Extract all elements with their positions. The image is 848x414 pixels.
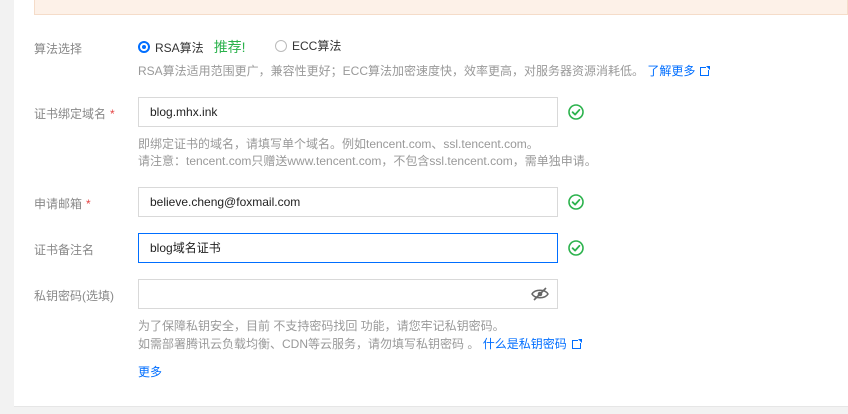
external-link-icon[interactable] bbox=[571, 338, 583, 349]
what-is-private-key-label[interactable]: 什么是私钥密码 bbox=[483, 337, 567, 351]
domain-label-text: 证书绑定域名 bbox=[34, 107, 107, 121]
more-link[interactable]: 更多 bbox=[138, 363, 162, 381]
notice-banner bbox=[34, 0, 848, 15]
bottom-divider bbox=[14, 406, 848, 407]
domain-hint-1: 即绑定证书的域名，请填写单个域名。例如tencent.com、ssl.tence… bbox=[138, 137, 539, 151]
private-key-label: 私钥密码(选填) bbox=[34, 289, 114, 303]
email-input[interactable]: believe.cheng@foxmail.com bbox=[138, 187, 558, 217]
radio-rsa-label[interactable]: RSA算法 bbox=[155, 39, 204, 56]
domain-input[interactable]: blog.mhx.ink bbox=[138, 97, 558, 127]
email-label: 申请邮箱 * bbox=[34, 195, 91, 212]
recommend-tag: 推荐! bbox=[213, 39, 246, 55]
what-is-private-key-link[interactable]: 什么是私钥密码 bbox=[483, 337, 583, 351]
domain-hint-2: 请注意：tencent.com只赠送www.tencent.com，不包含ssl… bbox=[138, 154, 597, 168]
private-key-hint-2-text: 如需部署腾讯云负载均衡、CDN等云服务，请勿填写私钥密码 。 bbox=[138, 337, 480, 351]
learn-more-link[interactable]: 了解更多 bbox=[647, 64, 712, 78]
radio-rsa-indicator[interactable] bbox=[138, 41, 150, 53]
radio-ecc[interactable]: ECC算法 bbox=[275, 37, 341, 54]
algorithm-hint-text: RSA算法适用范围更广，兼容性更好；ECC算法加密速度快，效率更高，对服务器资源… bbox=[138, 64, 645, 78]
check-circle-icon bbox=[568, 104, 584, 120]
radio-rsa[interactable]: RSA算法 推荐! bbox=[138, 37, 246, 57]
radio-ecc-label[interactable]: ECC算法 bbox=[292, 37, 341, 54]
algorithm-hint: RSA算法适用范围更广，兼容性更好；ECC算法加密速度快，效率更高，对服务器资源… bbox=[138, 62, 712, 80]
check-circle-icon bbox=[568, 240, 584, 256]
external-link-icon[interactable] bbox=[700, 65, 712, 76]
private-key-hint-2: 如需部署腾讯云负载均衡、CDN等云服务，请勿填写私钥密码 。 什么是私钥密码 bbox=[138, 335, 583, 353]
check-circle-icon bbox=[568, 194, 584, 210]
radio-ecc-indicator[interactable] bbox=[275, 39, 287, 52]
eye-off-icon[interactable] bbox=[531, 287, 549, 301]
remark-input[interactable]: blog域名证书 bbox=[138, 233, 558, 263]
private-key-hint-1: 为了保障私钥安全，目前 不支持密码找回 功能，请您牢记私钥密码。 bbox=[138, 319, 505, 333]
remark-label: 证书备注名 bbox=[34, 243, 95, 257]
email-label-text: 申请邮箱 bbox=[34, 197, 83, 211]
private-key-input[interactable] bbox=[138, 279, 558, 309]
learn-more-label[interactable]: 了解更多 bbox=[647, 64, 695, 78]
algorithm-label: 算法选择 bbox=[34, 42, 83, 56]
required-mark: * bbox=[86, 197, 91, 211]
domain-label: 证书绑定域名 * bbox=[34, 105, 115, 122]
required-mark: * bbox=[110, 107, 115, 121]
